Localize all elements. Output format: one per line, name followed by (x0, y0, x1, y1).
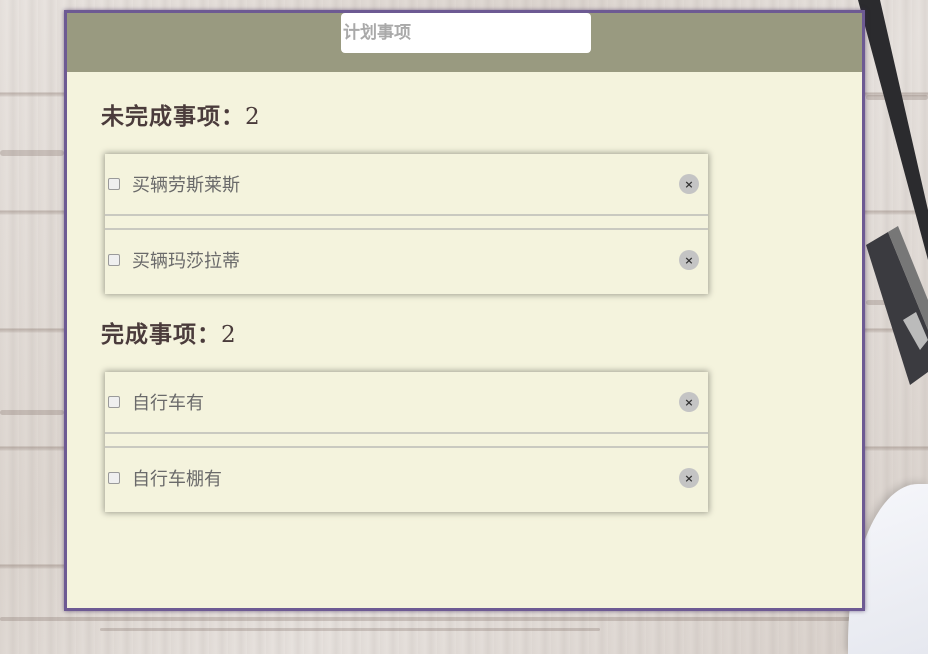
list-divider (105, 434, 708, 446)
done-title-label: 完成事项： (101, 321, 221, 348)
done-title: 完成事项：2 (101, 315, 237, 349)
delete-button[interactable]: × (679, 174, 699, 194)
done-count: 2 (221, 322, 237, 348)
item-checkbox[interactable] (108, 254, 120, 266)
item-text[interactable]: 自行车棚有 (132, 465, 222, 491)
delete-button[interactable]: × (679, 468, 699, 488)
done-list: 自行车有 × 自行车棚有 × (105, 372, 708, 512)
pending-title: 未完成事项：2 (101, 97, 261, 131)
close-icon: × (684, 177, 694, 191)
todo-card: 未完成事项：2 买辆劳斯莱斯 × 买辆玛莎拉蒂 × 完成事项：2 自行车有 × (64, 10, 865, 611)
item-text[interactable]: 买辆劳斯莱斯 (132, 171, 240, 197)
list-divider (105, 216, 708, 228)
list-item: 买辆玛莎拉蒂 × (105, 228, 708, 290)
close-icon: × (684, 253, 694, 267)
pen-decoration (858, 0, 928, 385)
item-checkbox[interactable] (108, 178, 120, 190)
item-checkbox[interactable] (108, 396, 120, 408)
pending-title-label: 未完成事项： (101, 103, 245, 130)
item-checkbox[interactable] (108, 472, 120, 484)
list-item: 买辆劳斯莱斯 × (105, 154, 708, 216)
close-icon: × (684, 395, 694, 409)
item-text[interactable]: 买辆玛莎拉蒂 (132, 247, 240, 273)
item-text[interactable]: 自行车有 (132, 389, 204, 415)
card-header (67, 13, 862, 72)
delete-button[interactable]: × (679, 250, 699, 270)
list-item: 自行车有 × (105, 372, 708, 434)
list-item: 自行车棚有 × (105, 446, 708, 508)
delete-button[interactable]: × (679, 392, 699, 412)
pending-count: 2 (245, 104, 261, 130)
plan-input[interactable] (341, 13, 591, 53)
pending-list: 买辆劳斯莱斯 × 买辆玛莎拉蒂 × (105, 154, 708, 294)
close-icon: × (684, 471, 694, 485)
